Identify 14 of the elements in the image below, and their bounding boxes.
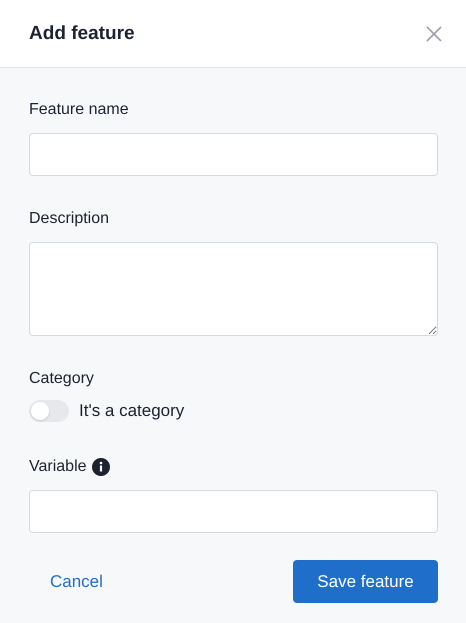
dialog-title: Add feature	[29, 22, 135, 44]
toggle-label: It's a category	[79, 401, 184, 421]
field-label: Description	[29, 209, 110, 229]
save-button[interactable]: Save feature	[293, 560, 438, 603]
text-area[interactable]	[29, 242, 438, 336]
close-icon[interactable]	[424, 24, 444, 44]
field-label: Category	[29, 369, 94, 389]
text-field[interactable]	[29, 490, 438, 533]
text-field[interactable]	[29, 133, 438, 176]
field-label: Variable	[29, 457, 87, 477]
field-label: Feature name	[29, 100, 129, 120]
cancel-button[interactable]: Cancel	[29, 564, 124, 600]
toggle-switch[interactable]	[29, 400, 69, 422]
info-icon[interactable]	[92, 458, 110, 476]
